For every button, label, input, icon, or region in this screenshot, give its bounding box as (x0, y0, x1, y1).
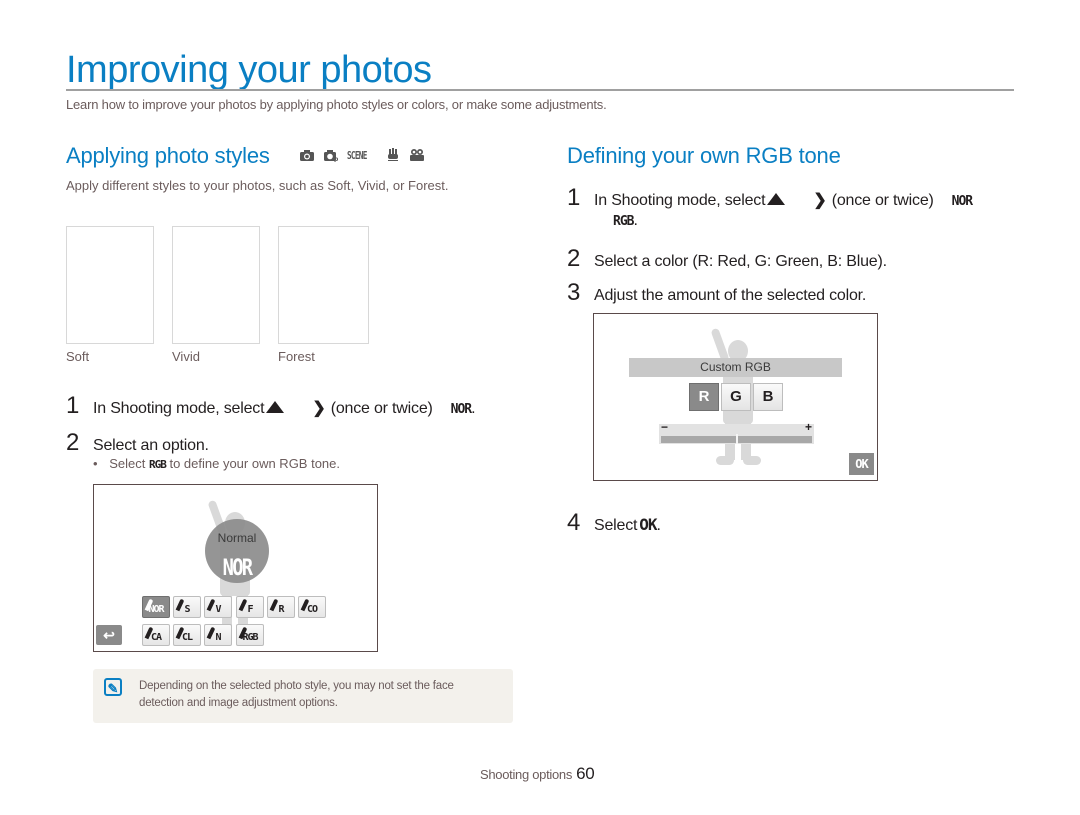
step-number: 1 (66, 392, 80, 419)
step-number: 2 (567, 245, 581, 272)
style-button-soft[interactable]: S (173, 596, 201, 618)
step-2-bullet: • Select RGB to define your own RGB tone… (93, 456, 340, 471)
note-text: Depending on the selected photo style, y… (139, 680, 454, 709)
normal-style-glyph: NOR (951, 194, 974, 209)
thumbnail-label-forest: Forest (278, 349, 315, 364)
thumbnail-label-soft: Soft (66, 349, 90, 364)
camera-icon (300, 150, 314, 161)
step-text: Select (594, 517, 638, 534)
left-step-2: 2 Select an option. (66, 431, 209, 455)
footer-section: Shooting options (480, 767, 573, 782)
style-preview-label: Normal (217, 531, 257, 545)
ok-button[interactable]: OK (849, 453, 874, 475)
channel-button-green[interactable]: G (721, 383, 751, 411)
bullet-dot: • (93, 456, 98, 471)
style-button-custom-rgb[interactable]: RGB (236, 624, 264, 646)
svg-text:p: p (334, 156, 339, 162)
right-step-1-continuation: RGB. (613, 212, 638, 229)
step-number: 3 (567, 279, 581, 306)
slider-handle[interactable] (735, 434, 738, 444)
thumbnail-label-vivid: Vivid (172, 349, 200, 364)
channel-button-blue[interactable]: B (753, 383, 783, 411)
smart-auto-icon: p (324, 150, 339, 162)
left-step-1: 1 In Shooting mode, select ❯ (once or tw… (66, 392, 476, 419)
step-number: 1 (567, 184, 581, 211)
style-button-negative[interactable]: N (204, 624, 232, 646)
style-button-retro[interactable]: R (267, 596, 295, 618)
custom-rgb-title: Custom RGB (629, 358, 842, 377)
thumbnail-forest (278, 226, 369, 344)
up-arrow-icon (767, 193, 786, 205)
chevron-right-icon: ❯ (312, 400, 326, 417)
normal-style-glyph: NOR (450, 402, 473, 417)
step-text: Adjust the amount of the selected color. (594, 287, 867, 304)
right-step-1: 1 In Shooting mode, select ❯ (once or tw… (567, 184, 974, 211)
step-number: 4 (567, 509, 581, 536)
thumbnail-vivid (172, 226, 260, 344)
scene-mode-icon: SCENE (347, 148, 367, 162)
slider-minus-icon: − (661, 420, 669, 434)
step-text: In Shooting mode, select (594, 192, 766, 209)
dual-is-icon (388, 148, 398, 161)
right-step-2: 2 Select a color (R: Red, G: Green, B: B… (567, 247, 887, 271)
mode-icons: p SCENE (299, 148, 425, 162)
right-step-4: 4 Select OK. (567, 509, 661, 536)
back-button[interactable]: ↩ (96, 625, 122, 645)
title-divider (66, 89, 1014, 91)
style-button-forest[interactable]: F (236, 596, 264, 618)
thumbnail-soft (66, 226, 154, 344)
up-arrow-icon (266, 401, 285, 413)
movie-icon (410, 149, 424, 161)
step-number: 2 (66, 429, 80, 456)
photo-styles-description: Apply different styles to your photos, s… (66, 178, 449, 193)
chevron-right-icon: ❯ (813, 192, 827, 209)
rgb-style-glyph: RGB (613, 214, 635, 229)
step-text: Select a color (R: Red, G: Green, B: Blu… (594, 253, 887, 270)
slider-plus-icon: + (805, 420, 813, 434)
step-text: In Shooting mode, select (93, 400, 265, 417)
page-intro: Learn how to improve your photos by appl… (66, 97, 607, 112)
step-text-after: (once or twice) (330, 400, 433, 417)
right-step-3: 3 Adjust the amount of the selected colo… (567, 281, 866, 305)
style-button-normal[interactable]: NOR (142, 596, 170, 618)
style-button-calm[interactable]: CA (142, 624, 170, 646)
style-button-classic[interactable]: CL (173, 624, 201, 646)
style-preview-glyph: NOR (222, 556, 253, 581)
rgb-style-glyph: RGB (148, 458, 167, 471)
channel-button-red[interactable]: R (689, 383, 719, 411)
step-text: Select an option. (93, 437, 209, 454)
step-text-after: (once or twice) (831, 192, 934, 209)
page-footer: Shooting options 60 (480, 764, 595, 784)
style-button-cool[interactable]: CO (298, 596, 326, 618)
ok-glyph: OK (639, 515, 657, 534)
note-pencil-icon: ✎ (104, 678, 122, 696)
style-button-vivid[interactable]: V (204, 596, 232, 618)
page-number: 60 (576, 764, 595, 783)
section-heading-photo-styles: Applying photo styles (66, 143, 270, 168)
section-heading-rgb-tone: Defining your own RGB tone (567, 143, 841, 168)
